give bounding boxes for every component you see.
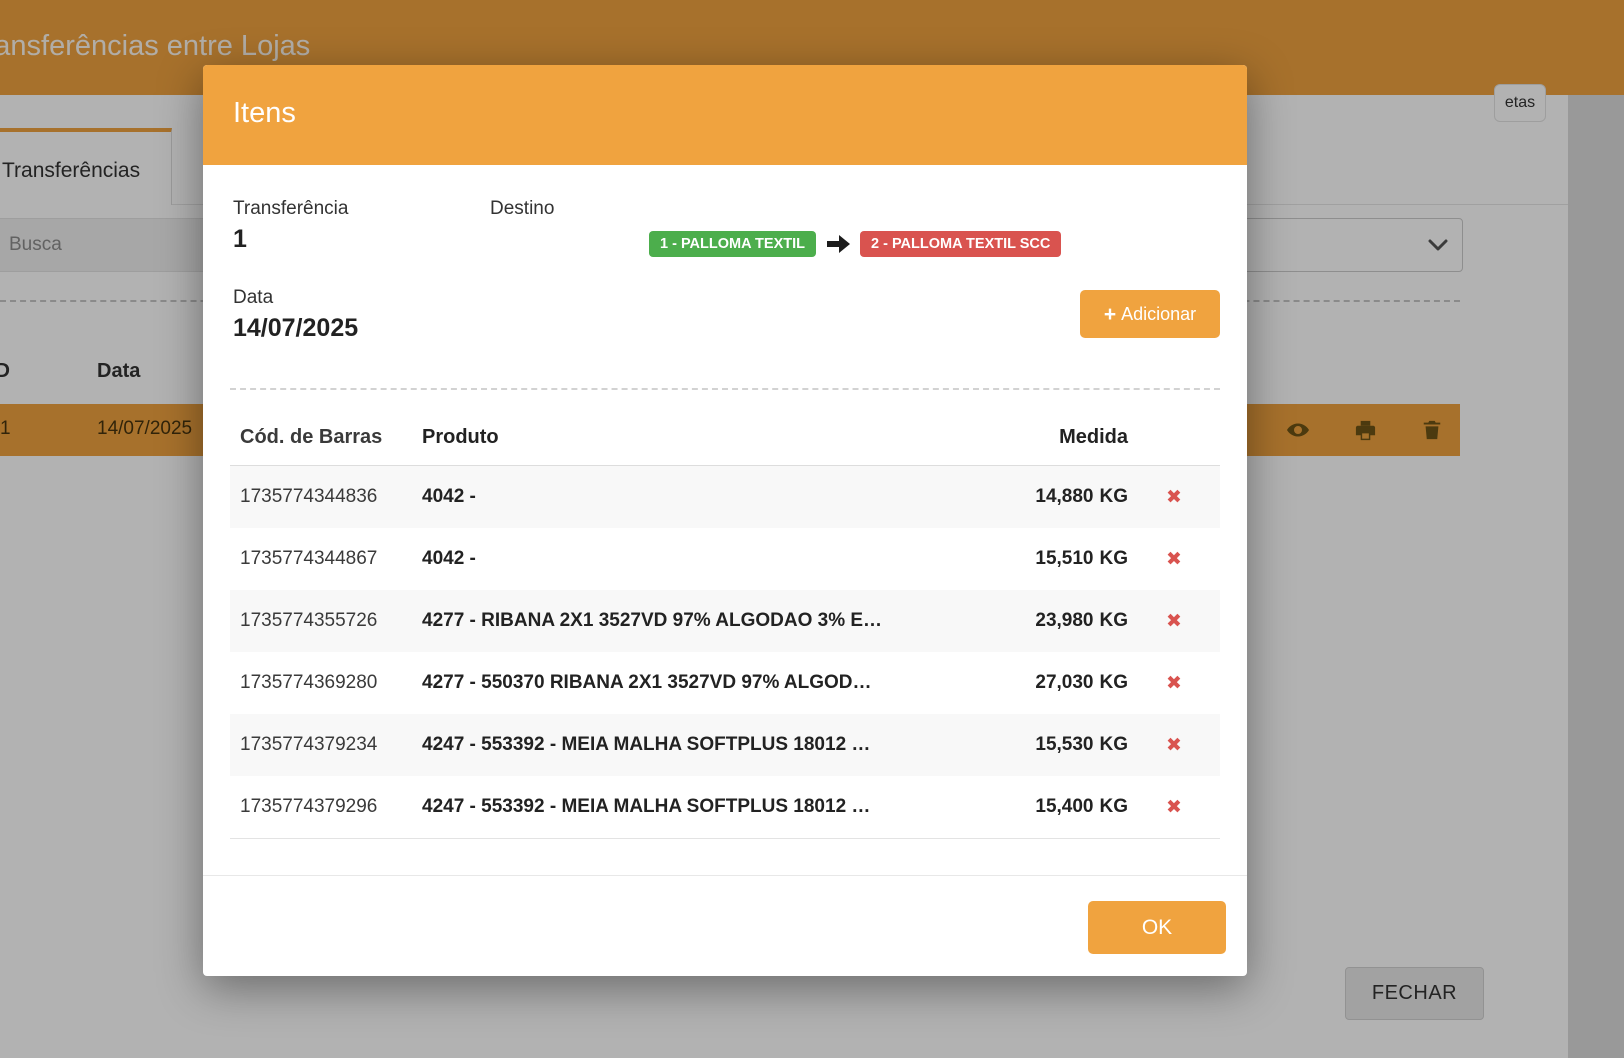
item-medida: 14,880 KG [998, 486, 1128, 508]
item-row: 1735774379234 4247 - 553392 - MEIA MALHA… [230, 714, 1220, 776]
modal-title: Itens [233, 97, 296, 130]
medida-value: 15,510 [1035, 548, 1093, 569]
remove-item-button[interactable]: ✖ [1166, 611, 1182, 632]
item-barcode: 1735774379234 [230, 734, 415, 756]
item-barcode: 1735774369280 [230, 672, 415, 694]
remove-item-button[interactable]: ✖ [1166, 735, 1182, 756]
item-row: 1735774344867 4042 - 15,510 KG ✖ [230, 528, 1220, 590]
medida-unit: KG [1100, 796, 1129, 817]
destination-badge: 2 - PALLOMA TEXTIL SCC [860, 231, 1061, 257]
transfer-route: 1 - PALLOMA TEXTIL 2 - PALLOMA TEXTIL SC… [649, 231, 1061, 257]
item-produto: 4277 - RIBANA 2X1 3527VD 97% ALGODAO 3% … [415, 610, 998, 632]
col-produto: Produto [415, 426, 998, 449]
arrow-right-icon [825, 233, 851, 255]
origin-badge: 1 - PALLOMA TEXTIL [649, 231, 816, 257]
col-medida: Medida [998, 426, 1128, 449]
item-row: 1735774369280 4277 - 550370 RIBANA 2X1 3… [230, 652, 1220, 714]
item-medida: 27,030 KG [998, 672, 1128, 694]
data-label: Data [233, 287, 273, 309]
transferencia-value: 1 [233, 225, 247, 254]
ok-button[interactable]: OK [1088, 901, 1226, 954]
data-value: 14/07/2025 [233, 314, 358, 343]
modal-footer: OK [203, 875, 1247, 976]
screen: Transferências entre Lojas etas Transfer… [0, 0, 1624, 1058]
medida-unit: KG [1100, 610, 1129, 631]
transferencia-label: Transferência [233, 198, 348, 220]
medida-unit: KG [1100, 486, 1129, 507]
medida-value: 15,530 [1035, 734, 1093, 755]
item-produto: 4042 - [415, 548, 998, 570]
item-row: 1735774344836 4042 - 14,880 KG ✖ [230, 466, 1220, 528]
item-produto: 4277 - 550370 RIBANA 2X1 3527VD 97% ALGO… [415, 672, 998, 694]
item-produto: 4247 - 553392 - MEIA MALHA SOFTPLUS 1801… [415, 734, 998, 756]
medida-value: 27,030 [1035, 672, 1093, 693]
destino-label: Destino [490, 198, 554, 220]
col-barcode: Cód. de Barras [230, 426, 415, 449]
items-table-header: Cód. de Barras Produto Medida [230, 410, 1220, 466]
medida-value: 14,880 [1035, 486, 1093, 507]
item-medida: 23,980 KG [998, 610, 1128, 632]
medida-unit: KG [1100, 548, 1129, 569]
medida-value: 23,980 [1035, 610, 1093, 631]
medida-unit: KG [1100, 734, 1129, 755]
items-table: Cód. de Barras Produto Medida 1735774344… [230, 410, 1220, 839]
plus-icon: + [1104, 304, 1116, 325]
item-row: 1735774355726 4277 - RIBANA 2X1 3527VD 9… [230, 590, 1220, 652]
adicionar-label: Adicionar [1121, 304, 1196, 325]
items-table-body: 1735774344836 4042 - 14,880 KG ✖ 17357743… [230, 466, 1220, 839]
item-barcode: 1735774344836 [230, 486, 415, 508]
item-produto: 4042 - [415, 486, 998, 508]
item-medida: 15,530 KG [998, 734, 1128, 756]
item-row: 1735774379296 4247 - 553392 - MEIA MALHA… [230, 776, 1220, 838]
medida-unit: KG [1100, 672, 1129, 693]
medida-value: 15,400 [1035, 796, 1093, 817]
remove-item-button[interactable]: ✖ [1166, 549, 1182, 570]
item-medida: 15,400 KG [998, 796, 1128, 818]
item-barcode: 1735774379296 [230, 796, 415, 818]
modal-header [203, 65, 1247, 165]
modal-divider-dashed [230, 388, 1220, 390]
remove-item-button[interactable]: ✖ [1166, 487, 1182, 508]
itens-modal: Itens Transferência 1 Destino 1 - PALLOM… [203, 65, 1247, 976]
item-produto: 4247 - 553392 - MEIA MALHA SOFTPLUS 1801… [415, 796, 998, 818]
item-medida: 15,510 KG [998, 548, 1128, 570]
remove-item-button[interactable]: ✖ [1166, 797, 1182, 818]
remove-item-button[interactable]: ✖ [1166, 673, 1182, 694]
item-barcode: 1735774344867 [230, 548, 415, 570]
item-barcode: 1735774355726 [230, 610, 415, 632]
adicionar-button[interactable]: + Adicionar [1080, 290, 1220, 338]
